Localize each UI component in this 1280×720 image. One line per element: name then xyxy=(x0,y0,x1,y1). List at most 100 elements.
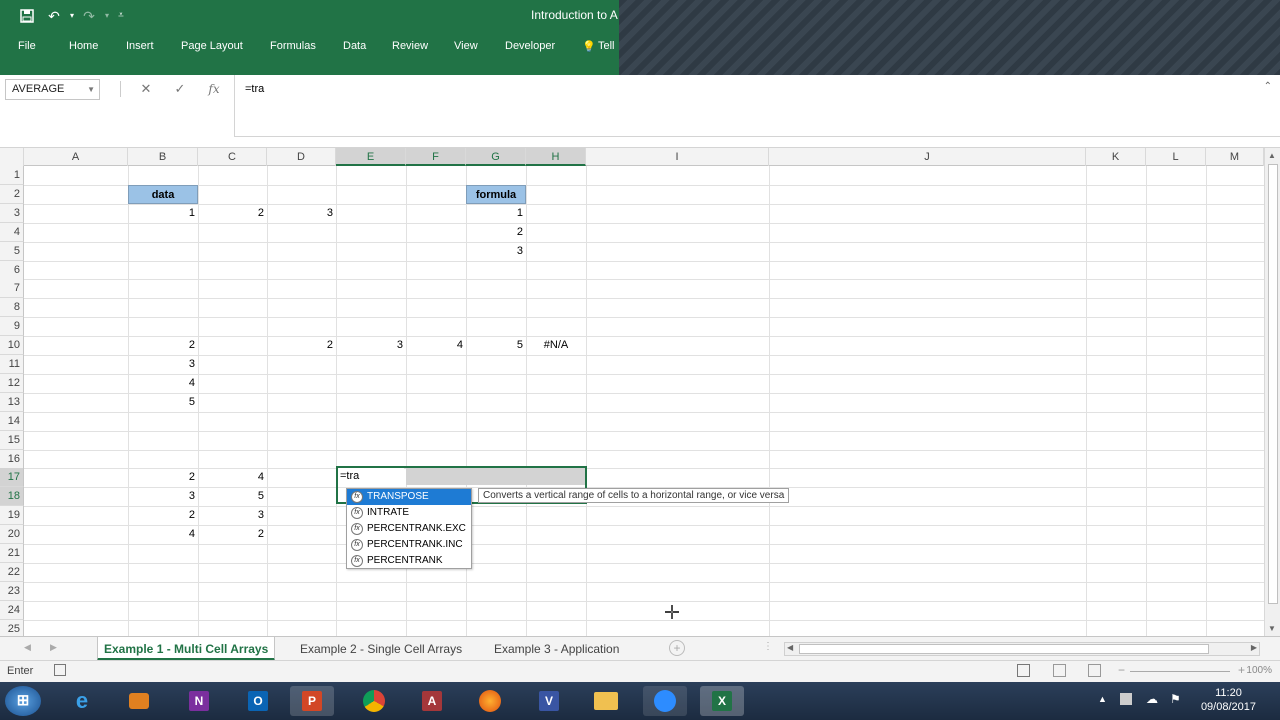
cell-b2[interactable]: data xyxy=(128,184,198,204)
row-header-4[interactable]: 4 xyxy=(0,222,24,242)
row-header-22[interactable]: 22 xyxy=(0,562,24,582)
autocomplete-item[interactable]: fx PERCENTRANK xyxy=(347,553,471,569)
cancel-icon[interactable]: ✕ xyxy=(136,81,156,97)
sheet-tab-example-3[interactable]: Example 3 - Application xyxy=(488,637,625,661)
taskbar-clock[interactable]: 11:20 09/08/2017 xyxy=(1201,686,1256,714)
flag-icon[interactable]: ⚑ xyxy=(1170,692,1181,706)
name-box[interactable]: AVERAGE ▼ xyxy=(5,79,100,100)
row-header-14[interactable]: 14 xyxy=(0,411,24,431)
firefox-icon[interactable] xyxy=(468,686,512,716)
zoom-out-icon[interactable]: − xyxy=(1118,663,1125,677)
tab-data[interactable]: Data xyxy=(343,40,366,52)
enter-icon[interactable]: ✓ xyxy=(170,81,190,97)
horizontal-scrollbar[interactable]: ◀ ▶ xyxy=(784,642,1260,656)
cell-b18[interactable]: 3 xyxy=(128,487,198,506)
cell-b12[interactable]: 4 xyxy=(128,374,198,393)
column-header-j[interactable]: J xyxy=(769,148,1086,166)
tab-review[interactable]: Review xyxy=(392,40,428,52)
column-header-k[interactable]: K xyxy=(1086,148,1146,166)
row-header-23[interactable]: 23 xyxy=(0,581,24,601)
media-player-icon[interactable] xyxy=(117,686,161,716)
formula-input[interactable]: =tra ⌃ xyxy=(234,75,1280,137)
tab-splitter-icon[interactable]: ⋮ xyxy=(763,641,773,652)
row-header-8[interactable]: 8 xyxy=(0,298,24,318)
column-header-f[interactable]: F xyxy=(406,148,466,166)
row-header-25[interactable]: 25 xyxy=(0,619,24,636)
insert-function-icon[interactable]: fx xyxy=(204,81,224,97)
autocomplete-item[interactable]: fx TRANSPOSE xyxy=(347,489,471,505)
column-header-d[interactable]: D xyxy=(267,148,336,166)
normal-view-icon[interactable] xyxy=(1017,664,1030,677)
column-header-l[interactable]: L xyxy=(1146,148,1206,166)
internet-explorer-icon[interactable]: e xyxy=(60,686,104,716)
powerpoint-icon[interactable]: P xyxy=(290,686,334,716)
autocomplete-item[interactable]: fx INTRATE xyxy=(347,505,471,521)
cell-b10[interactable]: 2 xyxy=(128,336,198,355)
access-icon[interactable]: A xyxy=(410,686,454,716)
cell-b3[interactable]: 1 xyxy=(128,204,198,223)
scroll-up-icon[interactable]: ▲ xyxy=(1268,151,1276,160)
cell-b19[interactable]: 2 xyxy=(128,506,198,525)
redo-icon[interactable]: ↷ xyxy=(80,7,98,25)
row-header-1[interactable]: 1 xyxy=(0,166,24,185)
cell-g10[interactable]: 5 xyxy=(466,336,526,355)
cell-b13[interactable]: 5 xyxy=(128,393,198,412)
start-orb-icon[interactable]: ⊞ xyxy=(5,686,41,716)
row-header-21[interactable]: 21 xyxy=(0,544,24,563)
scroll-thumb[interactable] xyxy=(1268,164,1278,604)
cell-g5[interactable]: 3 xyxy=(466,242,526,261)
row-header-11[interactable]: 11 xyxy=(0,355,24,374)
cell-g3[interactable]: 1 xyxy=(466,204,526,223)
tab-tell-me[interactable]: Tell xyxy=(598,40,615,52)
tell-me-icon[interactable]: 💡 xyxy=(582,40,596,53)
scroll-right-icon[interactable]: ▶ xyxy=(1251,643,1257,652)
outlook-icon[interactable]: O xyxy=(236,686,280,716)
tab-home[interactable]: Home xyxy=(69,40,98,52)
row-header-17[interactable]: 17 xyxy=(0,468,24,488)
autocomplete-item[interactable]: fx PERCENTRANK.INC xyxy=(347,537,471,553)
cell-e10[interactable]: 3 xyxy=(336,336,406,355)
row-header-5[interactable]: 5 xyxy=(0,241,24,261)
row-header-15[interactable]: 15 xyxy=(0,430,24,450)
cell-c19[interactable]: 3 xyxy=(198,506,267,525)
cell-d10[interactable]: 2 xyxy=(267,336,336,355)
row-header-13[interactable]: 13 xyxy=(0,392,24,412)
column-header-e[interactable]: E xyxy=(336,148,406,166)
cell-c3[interactable]: 2 xyxy=(198,204,267,223)
row-header-16[interactable]: 16 xyxy=(0,449,24,469)
row-header-6[interactable]: 6 xyxy=(0,260,24,280)
column-header-c[interactable]: C xyxy=(198,148,267,166)
cell-h10[interactable]: #N/A xyxy=(526,336,586,355)
prev-sheet-icon[interactable]: ◀ xyxy=(24,642,31,653)
page-layout-view-icon[interactable] xyxy=(1053,664,1066,677)
chrome-icon[interactable] xyxy=(352,686,396,716)
select-all-corner[interactable] xyxy=(0,148,24,166)
sheet-tab-example-1[interactable]: Example 1 - Multi Cell Arrays xyxy=(97,637,276,661)
cell-b11[interactable]: 3 xyxy=(128,355,198,374)
worksheet-grid[interactable]: ABCDEFGHIJKLM 1 2 3 4 5 6 7 8 9 10 11 12 13 14 15 16 17 1… xyxy=(0,148,1264,636)
cell-b20[interactable]: 4 xyxy=(128,525,198,544)
tab-file[interactable]: File xyxy=(18,40,36,52)
scroll-down-icon[interactable]: ▼ xyxy=(1268,624,1276,633)
row-header-24[interactable]: 24 xyxy=(0,600,24,620)
row-header-3[interactable]: 3 xyxy=(0,203,24,223)
column-header-b[interactable]: B xyxy=(128,148,198,166)
macro-record-icon[interactable] xyxy=(54,664,66,676)
zoom-level[interactable]: 100% xyxy=(1246,665,1272,676)
scroll-left-icon[interactable]: ◀ xyxy=(787,643,793,652)
cell-b17[interactable]: 2 xyxy=(128,468,198,487)
excel-icon[interactable]: X xyxy=(700,686,744,716)
undo-dropdown-icon[interactable]: ▾ xyxy=(63,7,81,25)
autocomplete-item[interactable]: fx PERCENTRANK.EXC xyxy=(347,521,471,537)
visio-icon[interactable]: V xyxy=(527,686,571,716)
chevron-down-icon[interactable]: ▼ xyxy=(87,80,95,99)
column-header-g[interactable]: G xyxy=(466,148,526,166)
column-header-i[interactable]: I xyxy=(586,148,769,166)
collapse-formula-bar-icon[interactable]: ⌃ xyxy=(1264,81,1272,92)
cell-g4[interactable]: 2 xyxy=(466,223,526,242)
row-header-20[interactable]: 20 xyxy=(0,525,24,545)
vertical-scrollbar[interactable]: ▲ ▼ xyxy=(1264,148,1280,636)
tab-formulas[interactable]: Formulas xyxy=(270,40,316,52)
cell-c20[interactable]: 2 xyxy=(198,525,267,544)
row-header-7[interactable]: 7 xyxy=(0,279,24,299)
